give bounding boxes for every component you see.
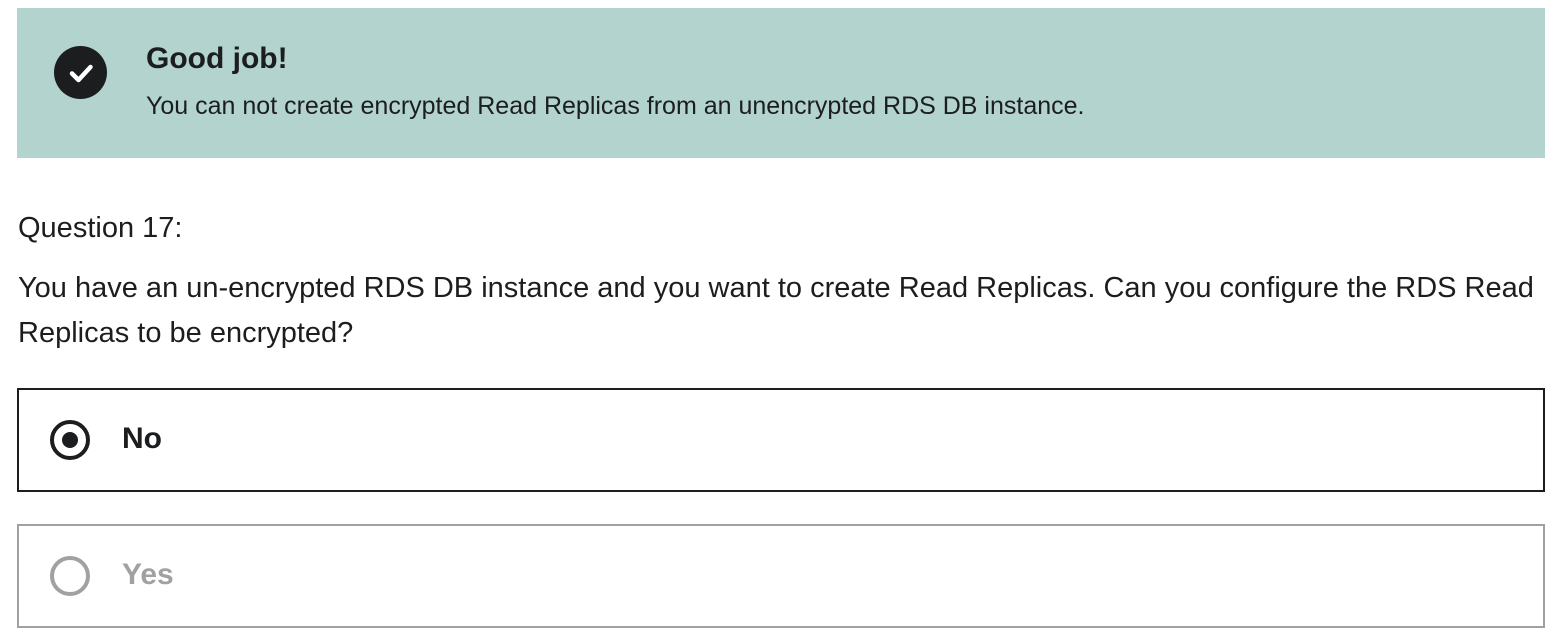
- answer-label: No: [122, 422, 162, 455]
- alert-message: You can not create encrypted Read Replic…: [146, 92, 1085, 120]
- answer-option-yes[interactable]: Yes: [17, 524, 1545, 628]
- radio-unselected-icon[interactable]: [50, 556, 90, 596]
- answer-option-no[interactable]: No: [17, 388, 1545, 492]
- alert-title: Good job!: [146, 42, 288, 75]
- result-alert: Good job! You can not create encrypted R…: [17, 8, 1545, 158]
- quiz-page: Good job! You can not create encrypted R…: [0, 0, 1556, 640]
- check-circle-icon: [54, 46, 107, 99]
- radio-selected-icon[interactable]: [50, 420, 90, 460]
- answer-label: Yes: [122, 558, 174, 591]
- question-number: Question 17:: [18, 212, 183, 244]
- question-text: You have an un-encrypted RDS DB instance…: [18, 272, 1534, 349]
